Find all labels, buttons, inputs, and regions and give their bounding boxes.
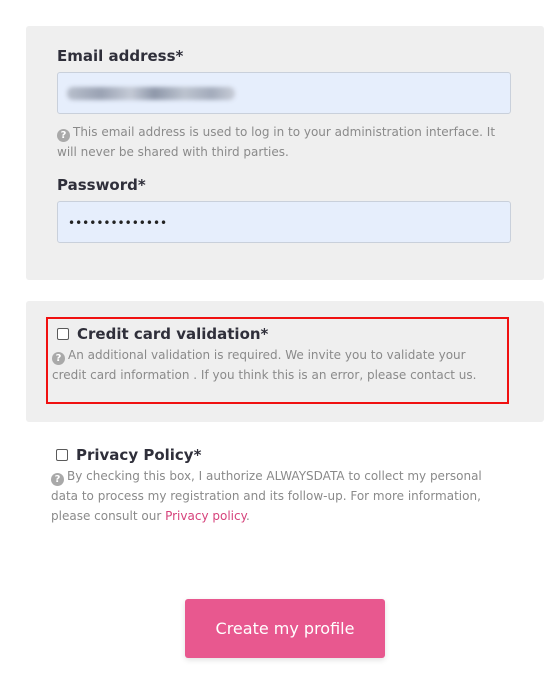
privacy-policy-link[interactable]: Privacy policy (165, 509, 246, 523)
email-help-text: This email address is used to log in to … (57, 125, 496, 159)
credit-card-row: Credit card validation* (57, 325, 268, 343)
create-profile-button[interactable]: Create my profile (185, 599, 385, 658)
credit-card-help: ? An additional validation is required. W… (52, 345, 502, 385)
privacy-help-text: By checking this box, I authorize ALWAYS… (51, 469, 482, 523)
privacy-row: Privacy Policy* (56, 446, 201, 464)
password-label: Password* (57, 176, 146, 194)
question-circle-icon: ? (52, 352, 65, 365)
credit-card-checkbox[interactable] (57, 328, 69, 340)
email-value-obscured (67, 87, 235, 100)
privacy-help-end: . (245, 509, 250, 523)
privacy-checkbox[interactable] (56, 449, 68, 461)
question-circle-icon: ? (51, 473, 64, 486)
question-circle-icon: ? (57, 129, 70, 142)
email-help: ? This email address is used to log in to… (57, 122, 497, 162)
privacy-label: Privacy Policy* (76, 446, 202, 464)
password-field[interactable]: •••••••••••••• (57, 201, 511, 243)
privacy-help: ? By checking this box, I authorize ALWAY… (51, 466, 506, 526)
credit-card-help-text: An additional validation is required. We… (52, 348, 477, 382)
email-label: Email address* (57, 47, 184, 65)
credit-card-label: Credit card validation* (77, 325, 269, 343)
